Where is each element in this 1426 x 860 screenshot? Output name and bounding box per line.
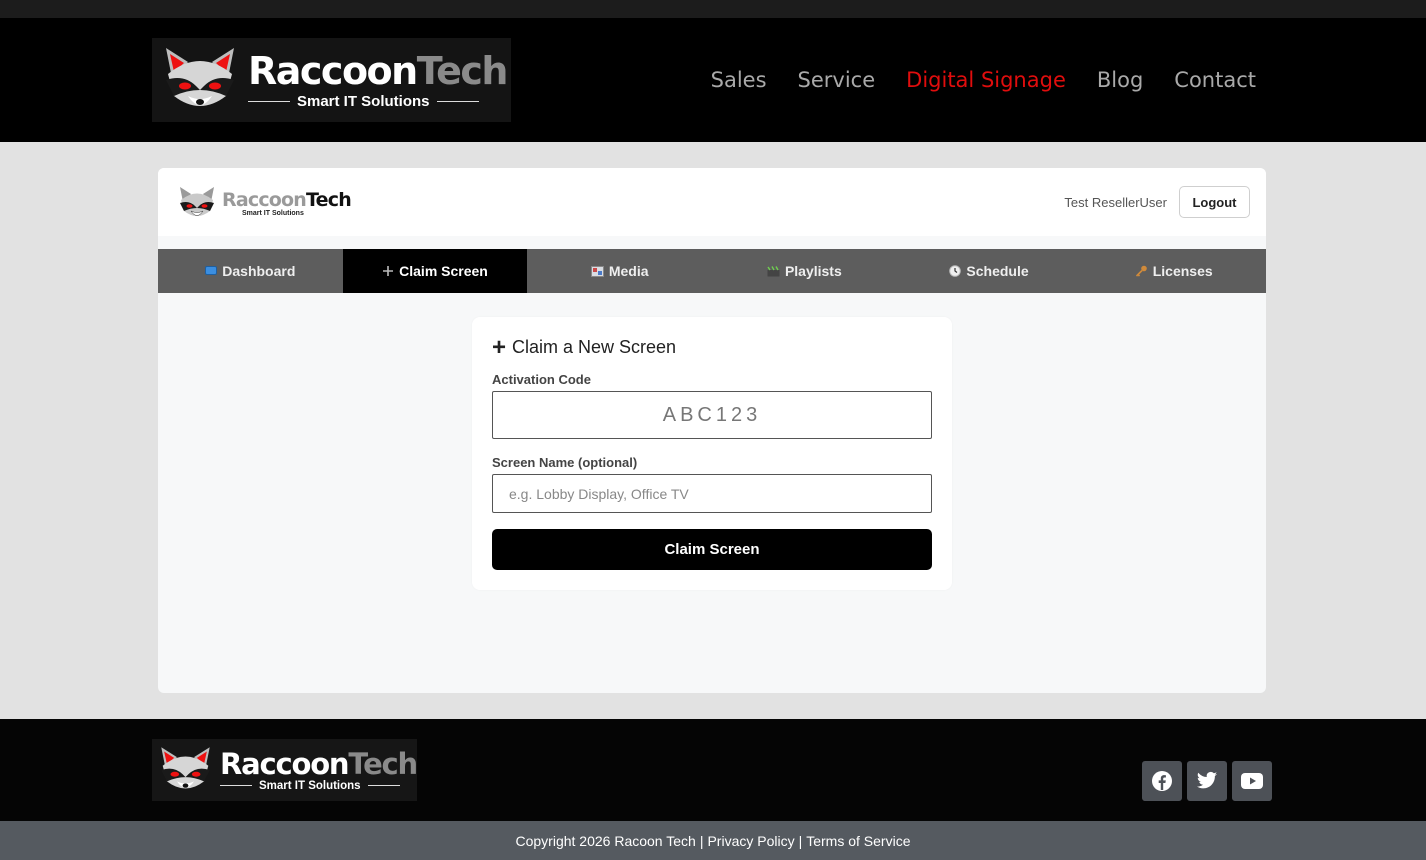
monitor-icon <box>205 266 218 276</box>
plus-icon <box>382 265 394 277</box>
activation-code-label: Activation Code <box>492 372 591 387</box>
header-logo-text: RaccoonTech Smart IT Solutions <box>248 48 508 110</box>
tab-playlists[interactable]: Playlists <box>712 249 897 293</box>
site-header: RaccoonTech Smart IT Solutions Sales Ser… <box>0 18 1426 142</box>
nav-sales[interactable]: Sales <box>711 68 767 92</box>
clock-icon <box>949 265 962 277</box>
site-footer: RaccoonTech Smart IT Solutions <box>0 719 1426 821</box>
youtube-icon <box>1241 773 1263 789</box>
tab-dashboard[interactable]: Dashboard <box>158 249 343 293</box>
footer-logo[interactable]: RaccoonTech Smart IT Solutions <box>152 739 418 801</box>
screen-name-label: Screen Name (optional) <box>492 455 638 470</box>
nav-contact[interactable]: Contact <box>1174 68 1256 92</box>
raccoon-face-icon <box>161 747 210 789</box>
separator: | <box>798 832 803 849</box>
logout-button[interactable]: Logout <box>1179 186 1250 218</box>
tab-schedule[interactable]: Schedule <box>897 249 1082 293</box>
facebook-icon <box>1152 771 1172 791</box>
plus-icon: + <box>492 333 507 361</box>
nav-digital-signage[interactable]: Digital Signage <box>906 68 1066 92</box>
footer-logo-text: RaccoonTech Smart IT Solutions <box>219 746 418 792</box>
top-strip <box>0 0 1426 18</box>
separator: | <box>699 832 704 849</box>
copyright-text: Copyright 2026 Racoon Tech <box>515 832 696 849</box>
clapperboard-icon <box>767 265 780 277</box>
activation-code-input[interactable] <box>492 391 932 439</box>
brand-name: RaccoonTech <box>248 48 508 93</box>
footer-brand-name: RaccoonTech <box>219 746 418 781</box>
header-logo[interactable]: RaccoonTech Smart IT Solutions <box>152 38 511 122</box>
key-icon <box>1135 265 1148 277</box>
facebook-button[interactable] <box>1142 761 1182 801</box>
tab-licenses[interactable]: Licenses <box>1081 249 1266 293</box>
tab-media[interactable]: Media <box>527 249 712 293</box>
nav-blog[interactable]: Blog <box>1097 68 1143 92</box>
app-header: RaccoonTech Smart IT Solutions Test Rese… <box>158 168 1266 236</box>
footer-brand-tagline: Smart IT Solutions <box>219 780 417 792</box>
app-logo: RaccoonTech Smart IT Solutions <box>176 185 352 221</box>
tab-claim-screen[interactable]: Claim Screen <box>342 249 528 293</box>
nav-service[interactable]: Service <box>798 68 876 92</box>
twitter-icon <box>1196 771 1218 789</box>
app-brand-tagline: Smart IT Solutions <box>242 209 304 217</box>
claim-card-title: + Claim a New Screen <box>492 333 677 361</box>
youtube-button[interactable] <box>1232 761 1272 801</box>
social-links <box>1142 761 1272 801</box>
raccoon-face-icon <box>180 187 214 216</box>
screen-name-input[interactable] <box>492 474 932 513</box>
terms-of-service-link[interactable]: Terms of Service <box>806 833 910 849</box>
signage-app-panel: RaccoonTech Smart IT Solutions Test Rese… <box>158 168 1266 693</box>
copyright-bar: Copyright 2026 Racoon Tech | Privacy Pol… <box>0 821 1426 860</box>
image-icon <box>590 265 604 277</box>
brand-tagline: Smart IT Solutions <box>248 93 507 110</box>
raccoon-face-icon <box>166 48 234 106</box>
privacy-policy-link[interactable]: Privacy Policy <box>707 833 794 849</box>
current-user-name: Test ResellerUser <box>1064 195 1167 210</box>
twitter-button[interactable] <box>1187 761 1227 801</box>
claim-screen-card: + Claim a New Screen Activation Code Scr… <box>472 317 952 590</box>
main-nav: Sales Service Digital Signage Blog Conta… <box>711 68 1256 92</box>
app-brand-name: RaccoonTech <box>222 188 352 211</box>
app-tabs: Dashboard Claim Screen Media Playlists S… <box>158 249 1266 293</box>
claim-screen-button[interactable]: Claim Screen <box>492 529 932 570</box>
